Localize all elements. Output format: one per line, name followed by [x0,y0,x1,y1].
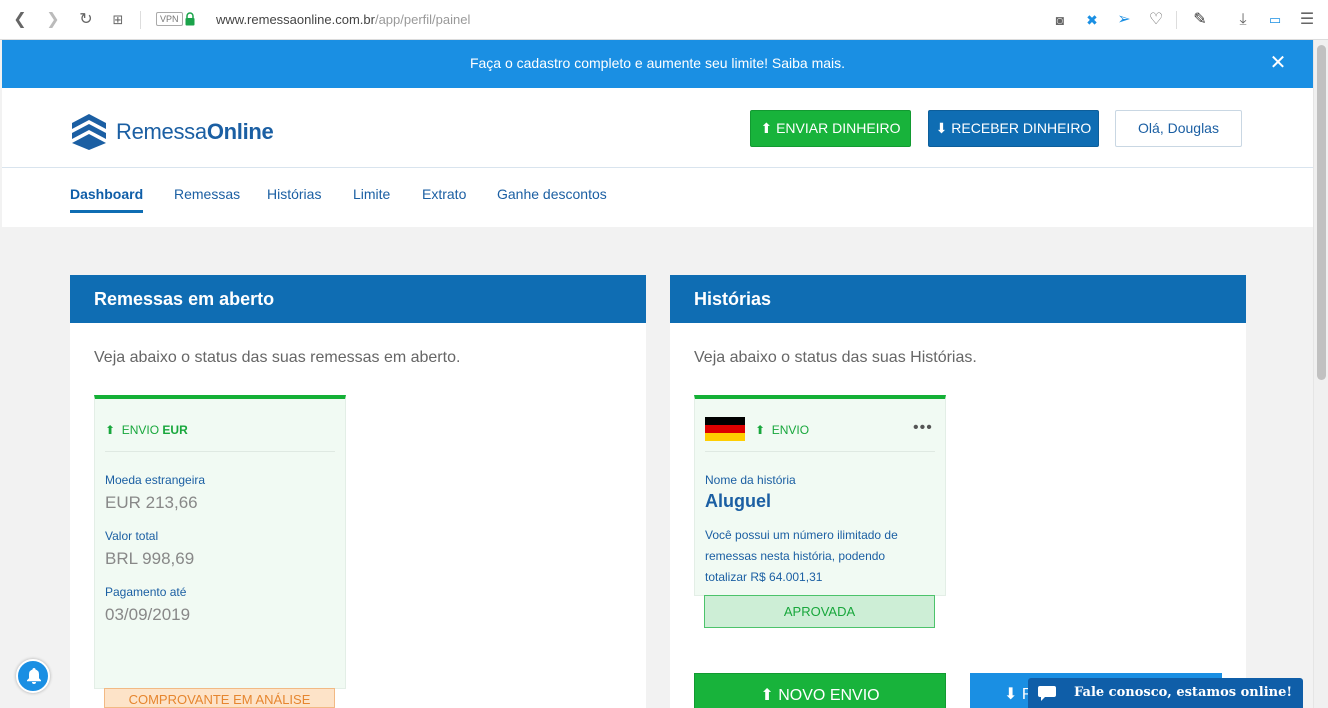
arrow-up-icon: ⬆ [760,120,777,136]
new-send-label: NOVO ENVIO [778,687,880,704]
story-name: Aluguel [705,491,771,511]
site-header: RemessaOnline ⬆ ENVIAR DINHEIRO ⬇ RECEBE… [2,88,1313,168]
open-remittances-panel: Remessas em aberto Veja abaixo o status … [70,275,646,708]
story-info: Você possui um número ilimitado de remes… [705,528,898,584]
tab-limite[interactable]: Limite [353,186,390,210]
download-icon[interactable]: ⤓ [1233,10,1253,30]
chat-text: Fale conosco, estamos online! [1074,685,1293,700]
scrollbar[interactable] [1313,40,1328,708]
reload-icon[interactable]: ↻ [76,10,96,30]
logo-icon [72,114,106,150]
tab-remessas[interactable]: Remessas [174,186,240,210]
new-send-button[interactable]: ⬆ NOVO ENVIO [694,673,946,708]
panel-title: Remessas em aberto [70,275,646,323]
lock-icon [185,12,195,26]
grid-icon[interactable]: ⊞ [108,10,128,30]
panel-description: Veja abaixo o status das suas remessas e… [94,349,461,366]
url-host: www.remessaonline.com.br [216,12,375,27]
panel-description: Veja abaixo o status das suas Histórias. [694,349,977,366]
arrow-up-icon: ⬆ [755,423,766,437]
receive-money-label: RECEBER DINHEIRO [951,120,1092,136]
status-badge: APROVADA [704,595,935,628]
close-icon[interactable]: ✕ [1268,53,1288,73]
story-card[interactable]: ⬆ ENVIO ••• Nome da história Aluguel Voc… [694,395,946,596]
story-name-label: Nome da história [705,473,796,487]
send-money-button[interactable]: ⬆ ENVIAR DINHEIRO [750,110,911,147]
remittance-currency: EUR [162,423,188,437]
receive-money-button[interactable]: ⬇ RECEBER DINHEIRO [928,110,1099,147]
notification-bell[interactable] [16,659,50,693]
panel-title: Histórias [670,275,1246,323]
tab-extrato[interactable]: Extrato [422,186,466,210]
nav-tabs: Dashboard Remessas Histórias Limite Extr… [2,168,1313,227]
toolbar-divider [140,11,141,29]
promo-banner[interactable]: Faça o cadastro completo e aumente seu l… [2,40,1313,88]
send-money-label: ENVIAR DINHEIRO [776,120,901,136]
brand-name: RemessaOnline [116,119,274,145]
heart-icon[interactable]: ♡ [1146,10,1166,30]
tab-historias[interactable]: Histórias [267,186,321,210]
brand-logo[interactable]: RemessaOnline [72,114,274,150]
foreign-currency-label: Moeda estrangeira [105,473,206,487]
germany-flag-icon [705,417,745,441]
remittance-type-label: ENVIO [121,423,160,437]
shield-icon[interactable]: ✖ [1082,10,1102,30]
payment-due-label: Pagamento até [105,585,187,599]
address-bar[interactable]: www.remessaonline.com.br/app/perfil/pain… [216,12,470,27]
chat-widget[interactable]: Fale conosco, estamos online! [1028,678,1303,708]
banner-text[interactable]: Faça o cadastro completo e aumente seu l… [2,55,1313,71]
arrow-down-icon: ⬇ [1004,686,1022,703]
story-type-label: ENVIO [771,423,810,437]
payment-due-value: 03/09/2019 [105,605,191,624]
back-icon[interactable]: ❮ [10,10,30,30]
toolbar-divider [1176,11,1177,29]
story-type: ⬆ ENVIO [755,423,809,437]
more-options-icon[interactable]: ••• [913,420,933,436]
vpn-badge[interactable]: VPN [156,12,183,26]
card-divider [705,451,935,452]
camera-icon[interactable]: ◙ [1050,10,1070,30]
evernote-icon[interactable]: ✎ [1190,10,1210,30]
status-badge: COMPROVANTE EM ANÁLISE [104,688,335,708]
total-value: BRL 998,69 [105,549,195,568]
chat-bubble-icon [1038,686,1056,701]
arrow-down-icon: ⬇ [935,120,952,136]
tab-dashboard[interactable]: Dashboard [70,186,144,213]
forward-icon[interactable]: ❯ [43,10,63,30]
foreign-currency-value: EUR 213,66 [105,493,198,512]
battery-icon[interactable]: ▭ [1265,10,1285,30]
send-icon[interactable]: ➢ [1114,10,1134,30]
arrow-up-icon: ⬆ [760,687,779,704]
stories-panel: Histórias Veja abaixo o status das suas … [670,275,1246,708]
card-divider [105,451,335,452]
scrollbar-thumb[interactable] [1317,45,1326,380]
total-value-label: Valor total [105,529,159,543]
remittance-type: ⬆ ENVIO EUR [105,423,188,437]
user-menu-button[interactable]: Olá, Douglas [1115,110,1242,147]
browser-toolbar: ❮ ❯ ↻ ⊞ VPN www.remessaonline.com.br/app… [0,0,1328,40]
remittance-card[interactable]: ⬆ ENVIO EUR Moeda estrangeira EUR 213,66… [94,395,346,689]
brand-name-bold: Online [206,119,274,144]
menu-icon[interactable]: ☰ [1297,10,1317,30]
brand-name-light: Remessa [116,119,207,144]
arrow-up-icon: ⬆ [105,423,116,437]
url-path: /app/perfil/painel [374,12,471,27]
bell-icon [27,668,41,684]
tab-ganhe-descontos[interactable]: Ganhe descontos [497,186,607,210]
